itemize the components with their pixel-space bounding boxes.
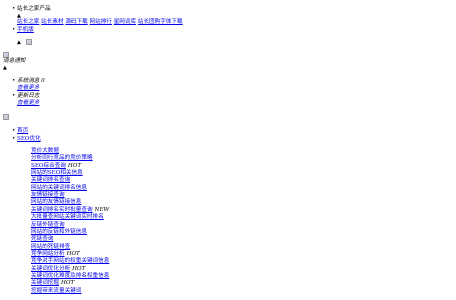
mobile-link[interactable]: 手机版 xyxy=(17,27,34,33)
seo-menu-link[interactable]: SEO综合查询 xyxy=(31,163,66,169)
products-links: 站长之家 站长素材 源码下载 网站排行 星网词库 站长团购字体下载 xyxy=(17,19,183,26)
caret-up-icon-2: ▲ xyxy=(17,39,21,46)
menu-badge: HOT xyxy=(67,162,82,169)
seo-menu-link[interactable]: 关键词优化难度及排名权重信息 xyxy=(31,273,109,279)
link-sucai[interactable]: 站长素材 xyxy=(41,19,63,25)
seo-menu-item: 挖掘带来流量关键词 xyxy=(31,288,81,295)
link-font[interactable]: 站长团购字体下载 xyxy=(138,19,183,25)
seo-menu-item: 关键词排名实时批量查询 NEW xyxy=(31,207,109,214)
seo-menu-link[interactable]: 死链查询 xyxy=(31,236,53,242)
seo-menu-item: 关键词挖掘 HOT xyxy=(31,280,74,287)
seo-menu-link[interactable]: 网站的关键词排名信息 xyxy=(31,185,87,191)
seo-menu-link[interactable]: 网站的SEO相关信息 xyxy=(31,170,83,176)
seo-menu-link[interactable]: 大批量查网站关键词实时排名 xyxy=(31,214,104,220)
seo-menu-item: 网站的反链和外链信息 xyxy=(31,229,87,236)
seo-menu-item: 网站的友情链接信息 xyxy=(31,199,81,206)
seo-menu-link[interactable]: 竞争对手网站的权重关键词信息 xyxy=(31,258,109,264)
nav-seo-link[interactable]: SEO优化 xyxy=(17,136,41,142)
seo-menu-link[interactable]: 竞价大数据 xyxy=(31,148,59,154)
products-label[interactable]: 站长之家产品 xyxy=(12,6,51,13)
seo-menu-item: 关键词优化分析 HOT xyxy=(31,266,85,273)
nav-item-seo: SEO优化 xyxy=(12,136,41,143)
seo-menu-item: 死链查询 xyxy=(31,236,53,243)
seo-menu-link[interactable]: 网站的反链和外链信息 xyxy=(31,229,87,235)
seo-menu-link[interactable]: 网站的死链排查 xyxy=(31,244,70,250)
seo-menu-link[interactable]: 关键词排名实时批量查询 xyxy=(31,207,93,213)
mobile-qr-row: ▲ xyxy=(17,39,32,47)
seo-menu-link[interactable]: 关键词排名查询 xyxy=(31,177,70,183)
seo-menu-link[interactable]: 竞争网站分析 xyxy=(31,251,65,257)
broken-logo-icon xyxy=(3,114,9,120)
system-message-more: 查看更多 xyxy=(17,85,39,92)
view-more-link[interactable]: 查看更多 xyxy=(17,85,39,91)
update-log-more: 查看更多 xyxy=(17,100,39,107)
menu-badge: NEW xyxy=(94,206,110,213)
caret-up-icon-3: ▲ xyxy=(3,65,7,71)
menu-badge: HOT xyxy=(60,280,75,287)
seo-menu-link[interactable]: 挖掘带来流量关键词 xyxy=(31,288,81,294)
qr-code-image-icon xyxy=(25,39,32,45)
messages-title[interactable]: 消息通知 xyxy=(3,58,25,65)
link-rank[interactable]: 网站排行 xyxy=(90,19,112,25)
mobile-item: 手机版 xyxy=(12,27,34,34)
seo-menu-item: 关键词排名查询 xyxy=(31,177,70,184)
system-message-label: 系统消息 0 xyxy=(12,78,45,85)
seo-menu-item: 网站的SEO相关信息 xyxy=(31,170,83,177)
logo-image-icon[interactable] xyxy=(3,114,9,122)
seo-menu-item: 竞争网站分析 HOT xyxy=(31,251,80,258)
seo-menu-item: 竞价大数据 xyxy=(31,148,59,155)
seo-menu-item: 关键词优化难度及排名权重信息 xyxy=(31,273,109,280)
seo-menu-link[interactable]: 关键词优化分析 xyxy=(31,266,70,272)
update-log-label: 更新日志 xyxy=(12,93,39,100)
seo-menu-link[interactable]: 网站的友情链接信息 xyxy=(31,199,81,205)
nav-item-home: 首页 xyxy=(12,128,28,135)
seo-menu-item: 竞争对手网站的权重关键词信息 xyxy=(31,258,109,265)
seo-menu-item: 反链外链查询 xyxy=(31,222,65,229)
seo-menu-link[interactable]: 关键词挖掘 xyxy=(31,280,59,286)
menu-badge: HOT xyxy=(66,250,80,257)
link-down[interactable]: 源码下载 xyxy=(65,19,87,25)
nav-home-link[interactable]: 首页 xyxy=(17,128,28,134)
seo-menu-item: 分析同行竞品的竞价策略 xyxy=(31,155,93,162)
seo-menu-link[interactable]: 分析同行竞品的竞价策略 xyxy=(31,155,93,161)
link-chinaz[interactable]: 站长之家 xyxy=(17,19,39,25)
seo-menu-item: 网站的死链排查 xyxy=(31,244,70,251)
seo-menu-link[interactable]: 友情链接查询 xyxy=(31,192,65,198)
seo-menu-link[interactable]: 反链外链查询 xyxy=(31,222,65,228)
seo-menu-item: SEO综合查询 HOT xyxy=(31,163,81,170)
link-ciku[interactable]: 星网词库 xyxy=(114,19,136,25)
view-more-link-2[interactable]: 查看更多 xyxy=(17,100,39,106)
menu-badge: HOT xyxy=(72,265,86,272)
seo-menu-item: 大批量查网站关键词实时排名 xyxy=(31,214,104,221)
seo-menu-item: 网站的关键词排名信息 xyxy=(31,185,87,192)
